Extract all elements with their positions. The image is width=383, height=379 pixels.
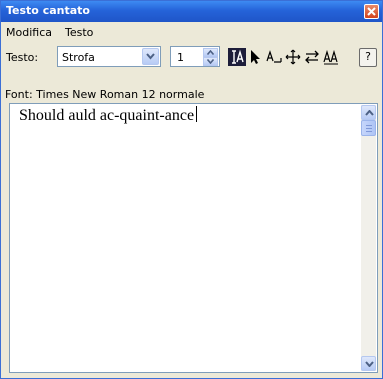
- toolbar: Testo: Strofa 1 ?: [1, 44, 382, 84]
- text-type-label: Testo:: [6, 51, 39, 64]
- menu-bar: Modifica Testo: [1, 23, 382, 42]
- menu-modifica[interactable]: Modifica: [6, 26, 52, 39]
- menu-testo[interactable]: Testo: [65, 26, 93, 39]
- stepper-down-icon[interactable]: [203, 57, 218, 66]
- window-title: Testo cantato: [6, 4, 90, 17]
- close-button[interactable]: [364, 4, 379, 19]
- text-type-value: Strofa: [62, 51, 95, 64]
- text-cursor-tool-icon[interactable]: [228, 48, 246, 66]
- lyrics-editor[interactable]: Should auld ac-quaint-ance: [9, 103, 378, 373]
- resize-text-icon[interactable]: [322, 48, 340, 66]
- underline-extender-icon[interactable]: [265, 48, 283, 66]
- lyrics-text[interactable]: Should auld ac-quaint-ance: [19, 106, 198, 125]
- lyrics-window: Testo cantato Modifica Testo Testo: Stro…: [0, 0, 383, 379]
- scroll-down-icon[interactable]: [361, 356, 376, 371]
- lyrics-line: Should auld ac-quaint-ance: [19, 107, 195, 124]
- close-icon: [367, 7, 376, 16]
- vertical-scrollbar[interactable]: [361, 105, 376, 371]
- select-arrow-icon[interactable]: [246, 48, 264, 66]
- verse-number-stepper[interactable]: 1: [170, 46, 220, 67]
- stepper-up-icon[interactable]: [203, 48, 218, 57]
- title-bar[interactable]: Testo cantato: [1, 1, 382, 22]
- swap-icon[interactable]: [303, 48, 321, 66]
- scroll-up-icon[interactable]: [361, 105, 376, 120]
- scroll-thumb[interactable]: [361, 120, 376, 136]
- chevron-down-icon[interactable]: [142, 48, 159, 65]
- font-info: Font: Times New Roman 12 normale: [5, 88, 205, 101]
- help-button[interactable]: ?: [359, 48, 377, 67]
- text-type-select[interactable]: Strofa: [57, 46, 161, 67]
- verse-number-value: 1: [177, 51, 184, 64]
- text-caret: [196, 106, 198, 122]
- move-icon[interactable]: [284, 48, 302, 66]
